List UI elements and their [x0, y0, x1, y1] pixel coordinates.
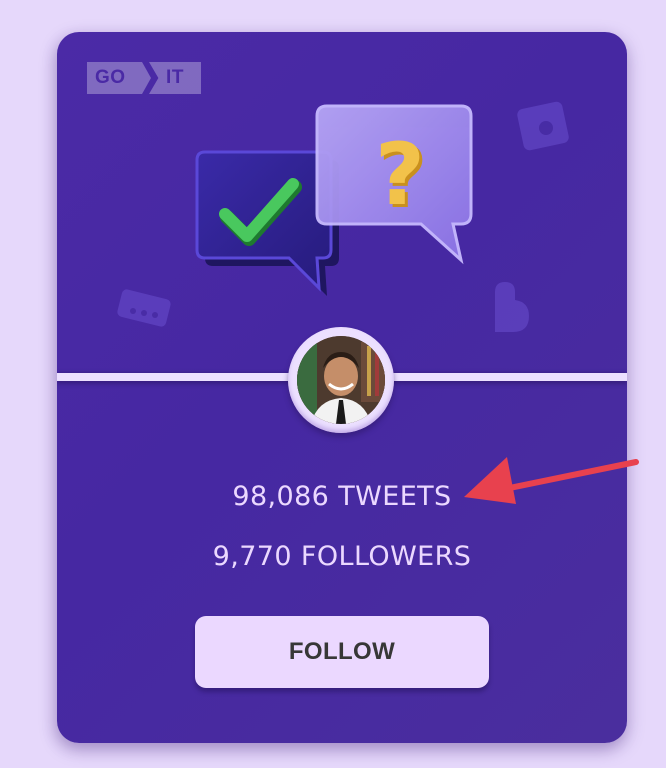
chat-question-bubble-icon: ? ? — [315, 104, 473, 265]
tweet-user-card: GO IT ? ? 98,086 TWEETS 9,770 FOLLOWERS … — [57, 32, 627, 743]
decor-heart-icon — [495, 282, 529, 332]
avatar-photo — [297, 336, 385, 424]
hero-illustration: ? ? — [117, 101, 569, 332]
avatar-frame — [288, 327, 394, 433]
follow-button[interactable]: FOLLOW — [195, 616, 489, 688]
decor-chat-dots-icon — [117, 289, 171, 327]
svg-text:?: ? — [375, 125, 425, 225]
avatar — [297, 336, 385, 424]
tweets-count: 98,086 TWEETS — [232, 481, 452, 512]
followers-count: 9,770 FOLLOWERS — [212, 541, 472, 572]
decor-like-icon — [517, 101, 569, 151]
